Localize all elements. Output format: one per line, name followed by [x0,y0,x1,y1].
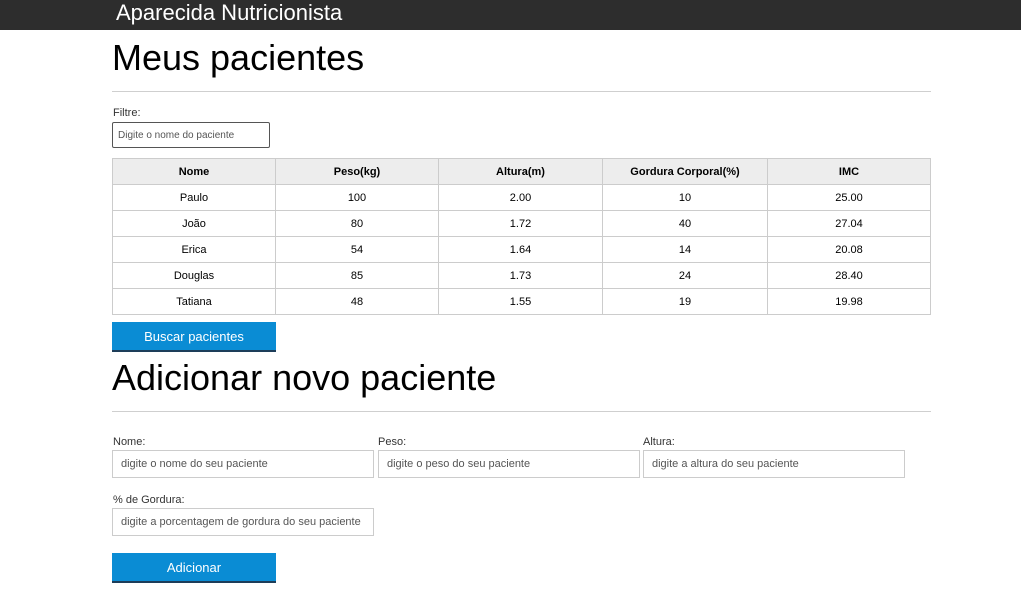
height-input[interactable] [643,450,905,478]
name-label: Nome: [113,436,146,448]
section-divider [112,411,931,412]
cell-gordura: 40 [602,210,768,237]
cell-altura: 1.72 [438,210,603,237]
column-header-altura: Altura(m) [438,158,603,185]
weight-label: Peso: [378,436,407,448]
cell-nome: Paulo [112,184,276,211]
cell-peso: 48 [275,288,439,315]
patients-section-title: Meus pacientes [112,37,365,78]
cell-nome: João [112,210,276,237]
cell-altura: 2.00 [438,184,603,211]
cell-gordura: 10 [602,184,768,211]
table-row: João 80 1.72 40 27.04 [112,210,931,237]
section-divider [112,91,931,92]
table-row: Paulo 100 2.00 10 25.00 [112,184,931,211]
search-patients-button[interactable]: Buscar pacientes [112,322,276,352]
cell-altura: 1.55 [438,288,603,315]
column-header-imc: IMC [767,158,931,185]
height-label: Altura: [643,436,675,448]
cell-altura: 1.73 [438,262,603,289]
cell-gordura: 19 [602,288,768,315]
cell-imc: 20.08 [767,236,931,263]
column-header-gordura: Gordura Corporal(%) [602,158,768,185]
fat-label: % de Gordura: [113,494,185,506]
cell-imc: 19.98 [767,288,931,315]
cell-nome: Erica [112,236,276,263]
table-row: Douglas 85 1.73 24 28.40 [112,262,931,289]
cell-gordura: 14 [602,236,768,263]
table-header-row: Nome Peso(kg) Altura(m) Gordura Corporal… [112,158,931,185]
cell-altura: 1.64 [438,236,603,263]
filter-input[interactable] [112,122,270,148]
cell-imc: 27.04 [767,210,931,237]
cell-peso: 54 [275,236,439,263]
cell-peso: 80 [275,210,439,237]
cell-imc: 25.00 [767,184,931,211]
add-patient-section-title: Adicionar novo paciente [112,357,497,398]
add-patient-button[interactable]: Adicionar [112,553,276,583]
table-row: Tatiana 48 1.55 19 19.98 [112,288,931,315]
cell-nome: Douglas [112,262,276,289]
fat-input[interactable] [112,508,374,536]
column-header-nome: Nome [112,158,276,185]
weight-input[interactable] [378,450,640,478]
cell-imc: 28.40 [767,262,931,289]
patients-table: Nome Peso(kg) Altura(m) Gordura Corporal… [112,158,931,315]
column-header-peso: Peso(kg) [275,158,439,185]
brand-title: Aparecida Nutricionista [116,0,343,25]
cell-peso: 100 [275,184,439,211]
cell-peso: 85 [275,262,439,289]
filter-label: Filtre: [113,107,141,119]
name-input[interactable] [112,450,374,478]
cell-nome: Tatiana [112,288,276,315]
table-row: Erica 54 1.64 14 20.08 [112,236,931,263]
top-navbar: Aparecida Nutricionista [0,0,1021,30]
cell-gordura: 24 [602,262,768,289]
